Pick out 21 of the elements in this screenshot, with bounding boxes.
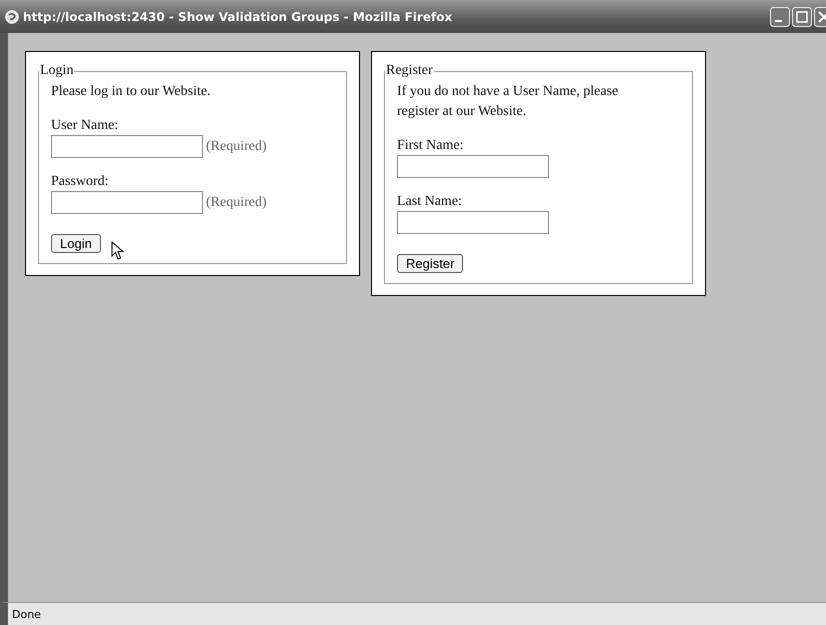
input-field[interactable] [397, 155, 549, 178]
submit-button[interactable]: Register [397, 254, 464, 273]
required-note: (Required) [206, 138, 267, 154]
input-field[interactable] [51, 135, 203, 158]
fieldset-legend: Register [385, 63, 434, 79]
window-title: http://localhost:2430 - Show Validation Groups - Mozilla Firefox [23, 10, 454, 24]
fieldset-legend: Login [39, 63, 74, 79]
input-field[interactable] [51, 191, 203, 214]
minimize-icon[interactable] [770, 6, 790, 26]
field-label: Last Name: [397, 193, 463, 211]
submit-button[interactable]: Login [51, 234, 101, 253]
required-note: (Required) [206, 194, 267, 210]
field-label: Password: [51, 173, 110, 191]
maximize-icon[interactable] [792, 6, 812, 26]
intro-text: Please log in to our Website. [51, 83, 212, 101]
field-label: User Name: [51, 117, 120, 135]
status-text: Done [12, 608, 41, 620]
input-field[interactable] [397, 211, 549, 234]
intro-text: If you do not have a User Name, please register at our Website. [397, 83, 620, 121]
browser-icon [5, 10, 19, 24]
field-label: First Name: [397, 137, 464, 155]
